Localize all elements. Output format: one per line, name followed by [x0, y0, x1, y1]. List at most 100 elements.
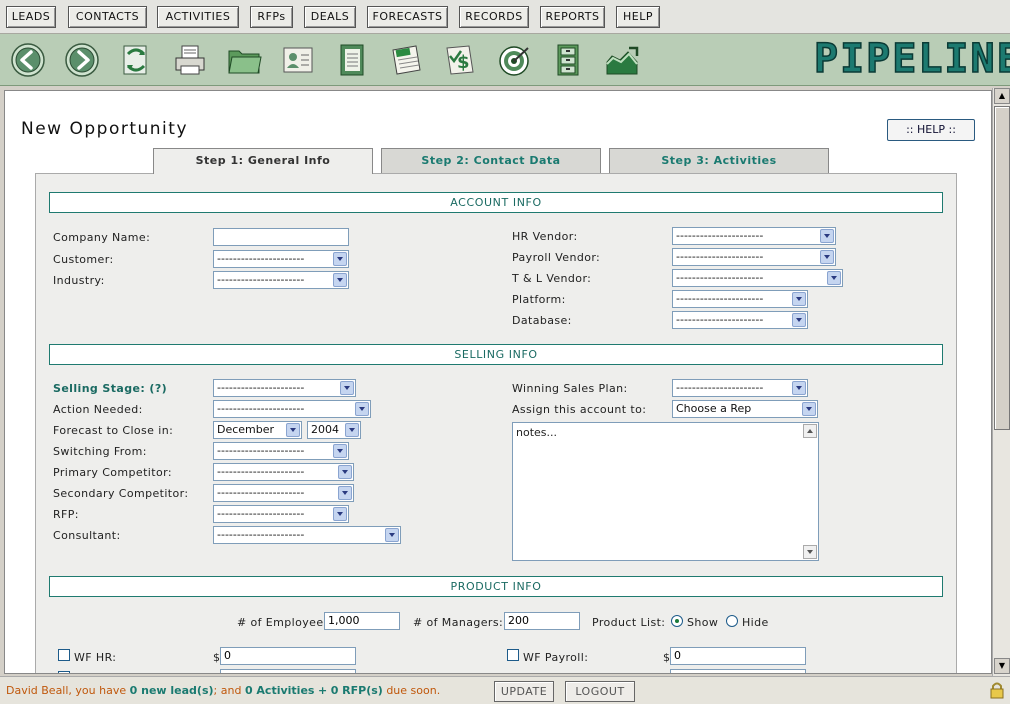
chart-icon[interactable] [604, 42, 640, 78]
scroll-up-icon[interactable] [803, 424, 817, 438]
activities-link[interactable]: 0 Activities [245, 684, 315, 697]
secondary-competitor-select[interactable]: ---------------------- [213, 484, 354, 502]
payroll-vendor-select[interactable]: ---------------------- [672, 248, 836, 266]
folder-icon[interactable] [226, 42, 262, 78]
menu-contacts[interactable]: CONTACTS [68, 6, 147, 28]
forward-icon[interactable] [64, 42, 100, 78]
show-radio[interactable] [671, 615, 683, 627]
scrollbar-thumb[interactable] [994, 106, 1010, 430]
status-user-text: David Beall, you have [6, 684, 127, 697]
product-checkbox[interactable] [58, 671, 70, 673]
product-list-label: Product List: [592, 616, 666, 629]
update-button[interactable]: UPDATE [494, 681, 554, 702]
assign-rep-select[interactable]: Choose a Rep [672, 400, 818, 418]
back-icon[interactable] [10, 42, 46, 78]
primary-competitor-label: Primary Competitor: [53, 466, 172, 479]
target-icon[interactable] [496, 42, 532, 78]
company-name-input[interactable] [213, 228, 349, 246]
wf-hr-label: WF HR: [74, 651, 117, 664]
database-select[interactable]: ---------------------- [672, 311, 808, 329]
scroll-up-icon[interactable]: ▲ [994, 88, 1010, 104]
customer-select[interactable]: ---------------------- [213, 250, 349, 268]
chevron-down-icon [345, 423, 359, 437]
status-plus: + [317, 684, 328, 697]
status-and-text: ; and [213, 684, 242, 697]
print-icon[interactable] [172, 42, 208, 78]
hide-radio[interactable] [726, 615, 738, 627]
page-scrollbar[interactable]: ▲ ▼ [992, 88, 1010, 676]
menu-rfps[interactable]: RFPs [250, 6, 293, 28]
tab-activities[interactable]: Step 3: Activities [609, 148, 829, 173]
notes-textarea[interactable]: notes... [512, 422, 819, 561]
selling-stage-value: ---------------------- [217, 381, 305, 394]
selling-stage-select[interactable]: ---------------------- [213, 379, 356, 397]
consultant-select[interactable]: ---------------------- [213, 526, 401, 544]
chevron-down-icon [333, 252, 347, 266]
database-value: ---------------------- [676, 313, 764, 326]
forecast-year-value: 2004 [311, 423, 339, 436]
forecast-month-select[interactable]: December [213, 421, 302, 439]
chevron-down-icon [820, 229, 834, 243]
platform-select[interactable]: ---------------------- [672, 290, 808, 308]
wf-payroll-amount-input[interactable]: 0 [670, 647, 806, 665]
money-check-icon[interactable]: $ [442, 42, 478, 78]
company-name-label: Company Name: [53, 231, 151, 244]
chevron-down-icon [333, 507, 347, 521]
refresh-icon[interactable] [118, 42, 154, 78]
managers-label: # of Managers: [413, 616, 504, 629]
chevron-down-icon [792, 292, 806, 306]
new-leads-link[interactable]: 0 new lead(s) [130, 684, 214, 697]
chevron-down-icon [385, 528, 399, 542]
account-info-header: ACCOUNT INFO [49, 192, 943, 213]
file-cabinet-icon[interactable] [550, 42, 586, 78]
content-area: New Opportunity :: HELP :: Step 1: Gener… [4, 90, 992, 674]
spreadsheet-icon[interactable] [388, 42, 424, 78]
selling-info-header: SELLING INFO [49, 344, 943, 365]
scroll-down-icon[interactable] [803, 545, 817, 559]
lock-icon [990, 682, 1004, 699]
industry-value: ---------------------- [217, 273, 305, 286]
tl-vendor-select[interactable]: ---------------------- [672, 269, 843, 287]
primary-competitor-select[interactable]: ---------------------- [213, 463, 354, 481]
selling-stage-label[interactable]: Selling Stage: (?) [53, 382, 167, 395]
scroll-down-icon[interactable]: ▼ [994, 658, 1010, 674]
managers-input[interactable]: 200 [504, 612, 580, 630]
product-amount-input[interactable]: 0 [670, 669, 806, 673]
status-due-text: due soon. [386, 684, 441, 697]
industry-select[interactable]: ---------------------- [213, 271, 349, 289]
winning-plan-select[interactable]: ---------------------- [672, 379, 808, 397]
switching-from-select[interactable]: ---------------------- [213, 442, 349, 460]
payroll-vendor-value: ---------------------- [676, 250, 764, 263]
rfp-select[interactable]: ---------------------- [213, 505, 349, 523]
forecast-year-select[interactable]: 2004 [307, 421, 361, 439]
menu-activities[interactable]: ACTIVITIES [157, 6, 239, 28]
menu-deals[interactable]: DEALS [304, 6, 356, 28]
employees-input[interactable]: 1,000 [324, 612, 400, 630]
menu-help[interactable]: HELP [616, 6, 660, 28]
action-needed-select[interactable]: ---------------------- [213, 400, 371, 418]
wf-hr-checkbox[interactable] [58, 649, 70, 661]
rfps-link[interactable]: 0 RFP(s) [331, 684, 383, 697]
notebook-icon[interactable] [334, 42, 370, 78]
menu-leads[interactable]: LEADS [6, 6, 56, 28]
hr-vendor-select[interactable]: ---------------------- [672, 227, 836, 245]
chevron-down-icon [338, 486, 352, 500]
product-amount-input[interactable]: 0 [220, 669, 356, 673]
forecast-label: Forecast to Close in: [53, 424, 174, 437]
switching-from-label: Switching From: [53, 445, 147, 458]
rfp-label: RFP: [53, 508, 79, 521]
menu-records[interactable]: RECORDS [459, 6, 529, 28]
wf-hr-amount-input[interactable]: 0 [220, 647, 356, 665]
help-button[interactable]: :: HELP :: [887, 119, 975, 141]
menu-reports[interactable]: REPORTS [540, 6, 605, 28]
menu-forecasts[interactable]: FORECASTS [367, 6, 448, 28]
logout-button[interactable]: LOGOUT [565, 681, 635, 702]
contact-card-icon[interactable] [280, 42, 316, 78]
tab-general-info[interactable]: Step 1: General Info [153, 148, 373, 174]
product-info-header: PRODUCT INFO [49, 576, 943, 597]
wf-payroll-checkbox[interactable] [507, 649, 519, 661]
platform-value: ---------------------- [676, 292, 764, 305]
tab-contact-data[interactable]: Step 2: Contact Data [381, 148, 601, 173]
platform-label: Platform: [512, 293, 566, 306]
consultant-label: Consultant: [53, 529, 121, 542]
